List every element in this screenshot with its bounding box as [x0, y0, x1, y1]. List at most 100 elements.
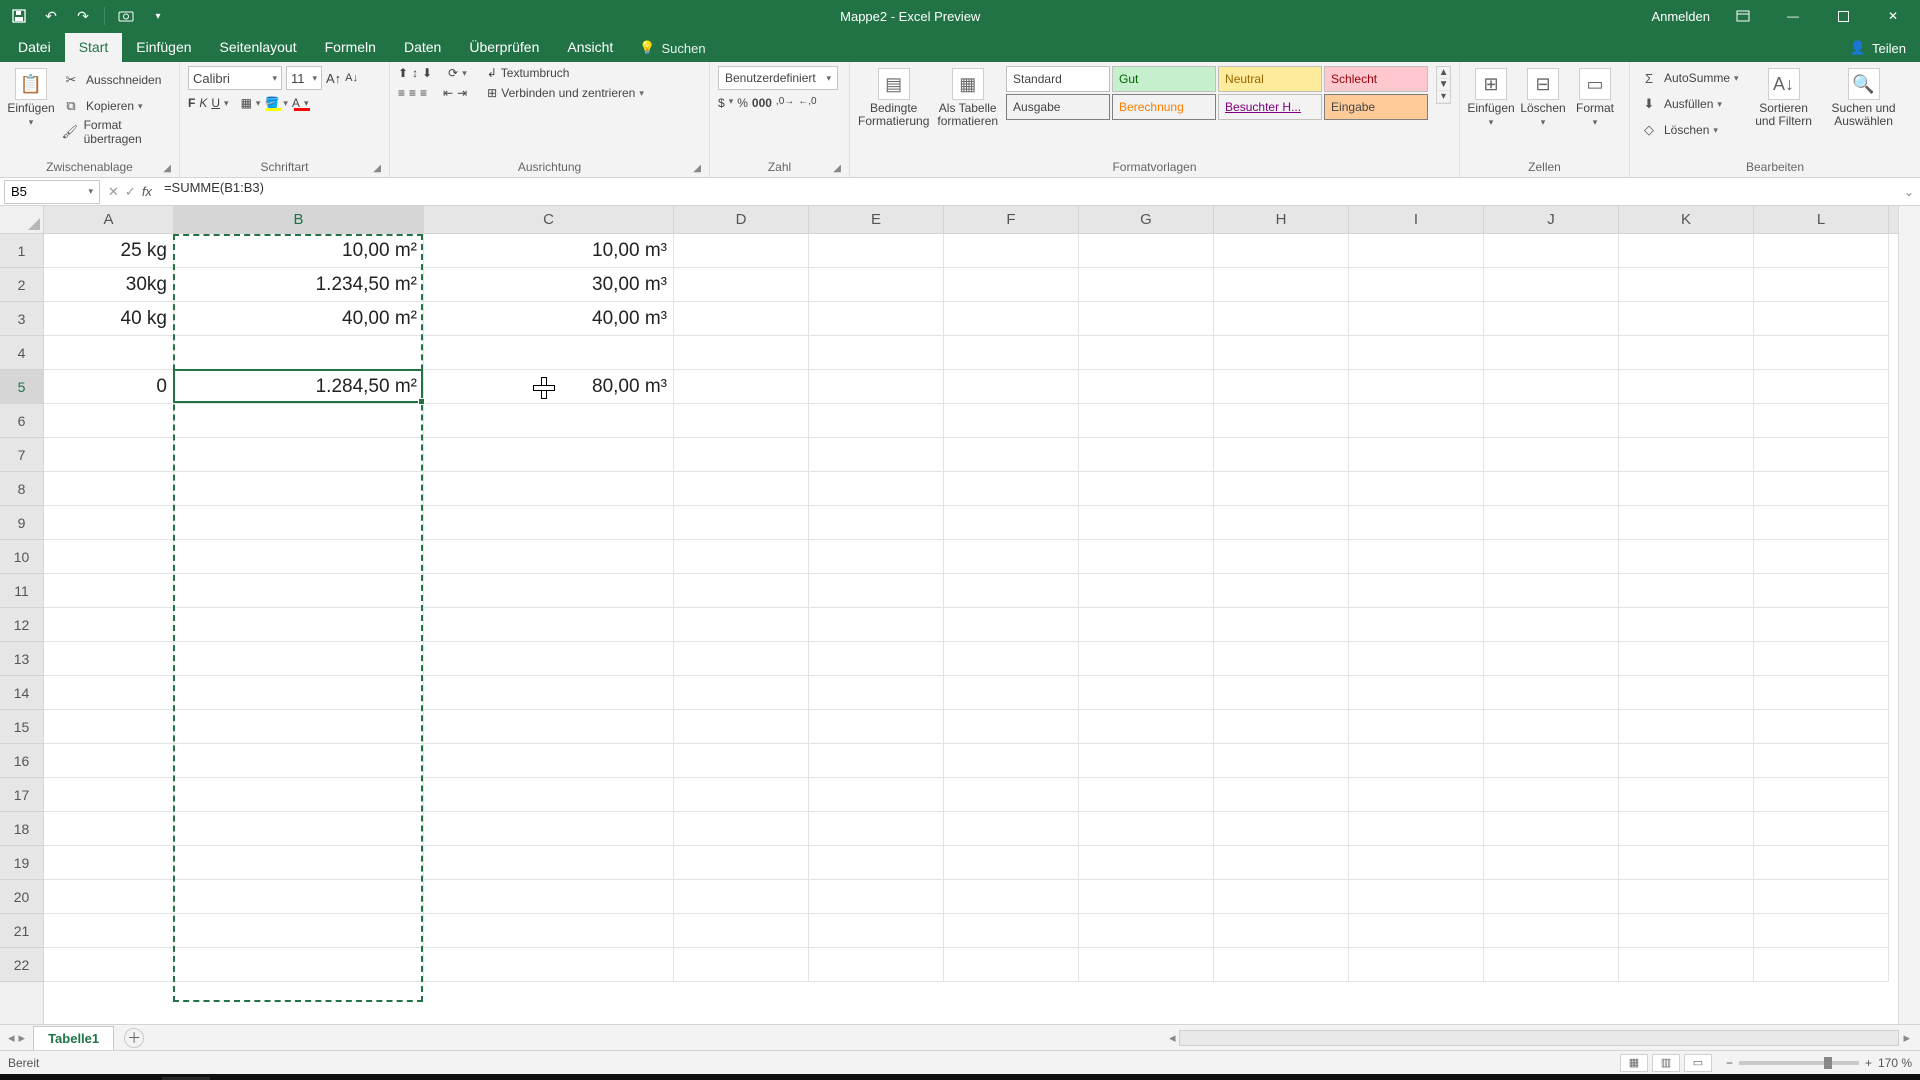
format-as-table-button[interactable]: ▦ Als Tabelle formatieren	[937, 66, 998, 128]
style-input[interactable]: Eingabe	[1324, 94, 1428, 120]
row-header[interactable]: 15	[0, 710, 43, 744]
row-header[interactable]: 19	[0, 846, 43, 880]
number-format-select[interactable]: Benutzerdefiniert▾	[718, 66, 838, 90]
cell[interactable]	[1754, 268, 1889, 302]
row-header[interactable]: 17	[0, 778, 43, 812]
cell[interactable]	[424, 676, 674, 710]
hscroll-left-icon[interactable]: ◂	[1165, 1030, 1180, 1046]
delete-cells-button[interactable]: ⊟Löschen▾	[1520, 66, 1566, 128]
share-button[interactable]: 👤 Teilen	[1836, 34, 1920, 62]
cell[interactable]	[1079, 438, 1214, 472]
cell[interactable]	[1619, 948, 1754, 982]
cell[interactable]	[1484, 778, 1619, 812]
cell[interactable]	[44, 778, 174, 812]
fill-color-icon[interactable]: 🪣	[264, 96, 279, 110]
cell[interactable]	[1214, 370, 1349, 404]
cell[interactable]	[1484, 710, 1619, 744]
cell[interactable]	[1214, 642, 1349, 676]
cell[interactable]	[1214, 336, 1349, 370]
cell[interactable]	[944, 438, 1079, 472]
zoom-out-button[interactable]: −	[1726, 1056, 1733, 1070]
cell[interactable]	[944, 370, 1079, 404]
cell[interactable]	[1349, 710, 1484, 744]
cell[interactable]	[1484, 846, 1619, 880]
maximize-button[interactable]	[1826, 5, 1860, 27]
increase-font-icon[interactable]: A↑	[326, 71, 341, 86]
cell[interactable]	[1214, 880, 1349, 914]
cell[interactable]	[1619, 506, 1754, 540]
cell[interactable]	[1619, 404, 1754, 438]
cell[interactable]	[1754, 880, 1889, 914]
cell[interactable]	[944, 642, 1079, 676]
cell[interactable]	[174, 812, 424, 846]
column-header[interactable]: E	[809, 206, 944, 233]
cut-button[interactable]: ✂Ausschneiden	[60, 68, 171, 92]
column-header[interactable]: D	[674, 206, 809, 233]
cell[interactable]	[174, 472, 424, 506]
font-size-select[interactable]: 11▾	[286, 66, 322, 90]
paste-button[interactable]: 📋 Einfügen ▾	[8, 66, 54, 128]
align-middle-icon[interactable]: ↕	[412, 66, 418, 80]
cell[interactable]	[424, 914, 674, 948]
tab-layout[interactable]: Seitenlayout	[206, 33, 311, 62]
camera-icon[interactable]	[115, 5, 137, 27]
cell[interactable]	[674, 268, 809, 302]
tab-start[interactable]: Start	[65, 33, 123, 62]
cell[interactable]	[674, 336, 809, 370]
cell[interactable]	[424, 404, 674, 438]
cell[interactable]	[1619, 676, 1754, 710]
cell[interactable]	[1754, 608, 1889, 642]
cell[interactable]	[944, 914, 1079, 948]
autosum-button[interactable]: ΣAutoSumme▾	[1638, 66, 1739, 90]
column-header[interactable]: I	[1349, 206, 1484, 233]
row-header[interactable]: 11	[0, 574, 43, 608]
fx-icon[interactable]: fx	[142, 184, 152, 199]
cell[interactable]	[944, 744, 1079, 778]
cell[interactable]	[809, 744, 944, 778]
italic-button[interactable]: K	[199, 96, 207, 110]
cell[interactable]	[1079, 846, 1214, 880]
tab-review[interactable]: Überprüfen	[455, 33, 553, 62]
cell[interactable]	[809, 880, 944, 914]
cell[interactable]	[1754, 642, 1889, 676]
expand-formula-bar-icon[interactable]: ⌄	[1898, 185, 1920, 199]
cell[interactable]	[44, 812, 174, 846]
select-all-corner[interactable]	[0, 206, 43, 234]
cell[interactable]	[1619, 778, 1754, 812]
column-header[interactable]: K	[1619, 206, 1754, 233]
cell[interactable]	[1349, 506, 1484, 540]
cell[interactable]	[674, 710, 809, 744]
cell[interactable]	[674, 506, 809, 540]
cell[interactable]	[424, 744, 674, 778]
cell[interactable]	[1349, 438, 1484, 472]
cell[interactable]	[1214, 268, 1349, 302]
cell[interactable]: 0	[44, 370, 174, 404]
qat-customize-icon[interactable]: ▾	[147, 5, 169, 27]
cell[interactable]	[174, 744, 424, 778]
cell[interactable]	[1754, 336, 1889, 370]
cell[interactable]	[809, 778, 944, 812]
column-header[interactable]: J	[1484, 206, 1619, 233]
cell[interactable]	[944, 234, 1079, 268]
cell[interactable]	[1619, 744, 1754, 778]
align-right-icon[interactable]: ≡	[420, 86, 427, 100]
cell[interactable]	[44, 506, 174, 540]
cell[interactable]	[44, 404, 174, 438]
sheet-nav-first-icon[interactable]: ◂	[8, 1030, 15, 1046]
cell[interactable]	[809, 812, 944, 846]
cell[interactable]	[44, 472, 174, 506]
cell[interactable]	[44, 948, 174, 982]
cell[interactable]	[674, 914, 809, 948]
cell[interactable]	[674, 778, 809, 812]
cell[interactable]	[1214, 846, 1349, 880]
cell[interactable]	[424, 472, 674, 506]
cell[interactable]	[809, 234, 944, 268]
cell[interactable]	[1619, 710, 1754, 744]
cell[interactable]	[1619, 336, 1754, 370]
enter-icon[interactable]: ✓	[125, 184, 136, 200]
cell[interactable]	[1754, 370, 1889, 404]
cell[interactable]	[44, 540, 174, 574]
cell[interactable]	[1349, 948, 1484, 982]
cell[interactable]	[44, 914, 174, 948]
sheet-nav-last-icon[interactable]: ▸	[19, 1030, 26, 1046]
